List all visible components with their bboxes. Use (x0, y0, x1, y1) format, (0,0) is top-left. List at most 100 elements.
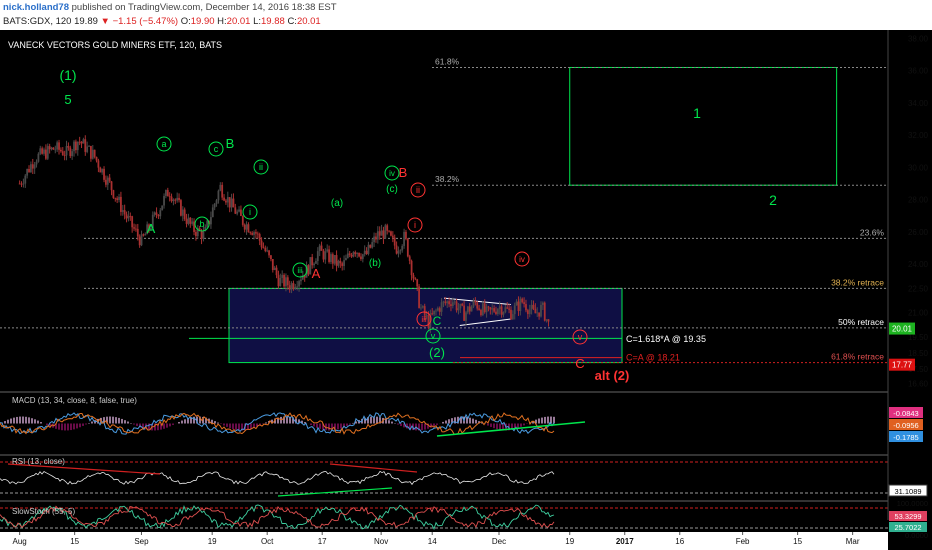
candle-body-34 (82, 139, 85, 144)
candle-body-250 (487, 306, 490, 308)
candle-body-278 (540, 304, 542, 317)
candle-body-196 (386, 225, 389, 231)
candle-body-15 (46, 146, 49, 159)
candle-body-203 (399, 250, 402, 252)
candle-body-224 (438, 308, 441, 312)
candle-body-129 (260, 240, 263, 248)
level-label-1: 50% retrace (838, 317, 884, 327)
candle-body-63 (136, 228, 139, 237)
candle-body-123 (249, 232, 252, 234)
candle-body-102 (210, 217, 212, 225)
candle-body-124 (251, 232, 254, 235)
candle-body-121 (245, 224, 248, 230)
candle-body-57 (125, 214, 128, 219)
candle-body-107 (219, 184, 222, 191)
candle-body-80 (168, 196, 171, 198)
candle-body-273 (530, 304, 533, 310)
candle-body-253 (493, 308, 495, 312)
candle-body-218 (427, 315, 430, 328)
candle-body-31 (76, 141, 79, 151)
candle-body-85 (178, 197, 180, 201)
author-link[interactable]: nick.holland78 (3, 2, 69, 13)
candle-body-254 (495, 311, 497, 315)
x-tick-7: 14 (428, 537, 437, 546)
price-chart[interactable]: 38.2% retrace 50% retrace 61.8% retrace 23.… (0, 30, 932, 550)
candle-body-267 (519, 298, 522, 312)
candle-body-201 (395, 245, 398, 254)
candle-body-103 (211, 207, 214, 218)
candle-body-234 (457, 308, 460, 311)
candle-body-268 (521, 298, 524, 303)
wave-label-red-21: i (414, 220, 416, 230)
candle-body-246 (480, 309, 482, 316)
level-label-4: 61.8% (435, 56, 460, 66)
candle-body-247 (481, 303, 484, 316)
wave-label-red-24: A (312, 266, 321, 281)
candle-body-40 (93, 149, 96, 157)
last-price: 19.89 (74, 16, 98, 27)
candle-body-208 (408, 256, 411, 261)
candle-body-49 (110, 181, 113, 191)
candle-body-223 (436, 308, 439, 311)
candle-body-22 (60, 149, 62, 152)
candle-body-5 (28, 168, 30, 173)
candle-body-45 (103, 168, 105, 180)
candle-body-4 (26, 168, 29, 176)
candle-body-230 (450, 304, 452, 307)
candle-body-193 (380, 230, 383, 236)
candle-body-17 (50, 147, 53, 150)
candle-body-53 (118, 196, 120, 201)
candle-body-243 (474, 300, 477, 303)
candle-body-109 (223, 197, 225, 201)
candle-body-209 (410, 260, 413, 276)
candle-body-30 (75, 141, 77, 151)
candle-body-77 (163, 195, 165, 206)
candle-body-227 (444, 301, 447, 304)
candle-body-237 (463, 305, 465, 321)
candle-body-61 (133, 227, 135, 229)
wave-label-green-8: ii (259, 162, 263, 172)
wave-label-green-14: C (433, 314, 442, 328)
candle-body-260 (506, 307, 509, 309)
candle-body-88 (183, 209, 186, 220)
x-tick-12: Feb (736, 537, 750, 546)
time-axis-bg (0, 532, 888, 550)
candle-body-161 (320, 245, 323, 251)
candle-body-200 (393, 237, 396, 246)
candle-body-170 (337, 260, 340, 266)
candle-body-166 (330, 254, 332, 262)
candle-body-35 (84, 139, 87, 152)
candle-body-117 (238, 209, 240, 212)
candle-body-197 (388, 230, 390, 232)
candle-body-83 (174, 199, 177, 201)
wave-label-green-5: c (214, 144, 219, 154)
candle-body-108 (221, 184, 224, 198)
open-label: O: (180, 16, 191, 27)
candle-body-225 (440, 302, 443, 312)
wave-label-green-17: 1 (693, 105, 701, 121)
candle-body-199 (391, 235, 394, 238)
candle-body-147 (294, 286, 297, 289)
candle-body-145 (290, 283, 293, 290)
candle-body-149 (298, 281, 300, 287)
candle-body-194 (382, 230, 385, 239)
candle-body-159 (316, 251, 319, 262)
candle-body-2 (22, 183, 25, 185)
candle-body-214 (420, 307, 422, 309)
target-label-1: C=A @ 18.21 (626, 353, 680, 363)
candle-body-276 (536, 312, 539, 314)
candle-body-56 (123, 210, 126, 215)
price-axis-bg (888, 30, 932, 550)
candle-body-79 (166, 190, 169, 197)
candle-body-177 (350, 254, 353, 257)
candle-body-143 (286, 277, 289, 286)
candle-body-127 (256, 233, 259, 235)
candle-body-51 (114, 197, 117, 199)
candle-body-89 (185, 219, 188, 224)
candle-body-240 (468, 306, 471, 312)
candle-body-106 (217, 190, 220, 201)
candle-body-277 (538, 312, 541, 317)
candle-body-211 (414, 278, 417, 280)
candle-body-175 (346, 253, 349, 258)
candle-body-132 (266, 250, 269, 252)
